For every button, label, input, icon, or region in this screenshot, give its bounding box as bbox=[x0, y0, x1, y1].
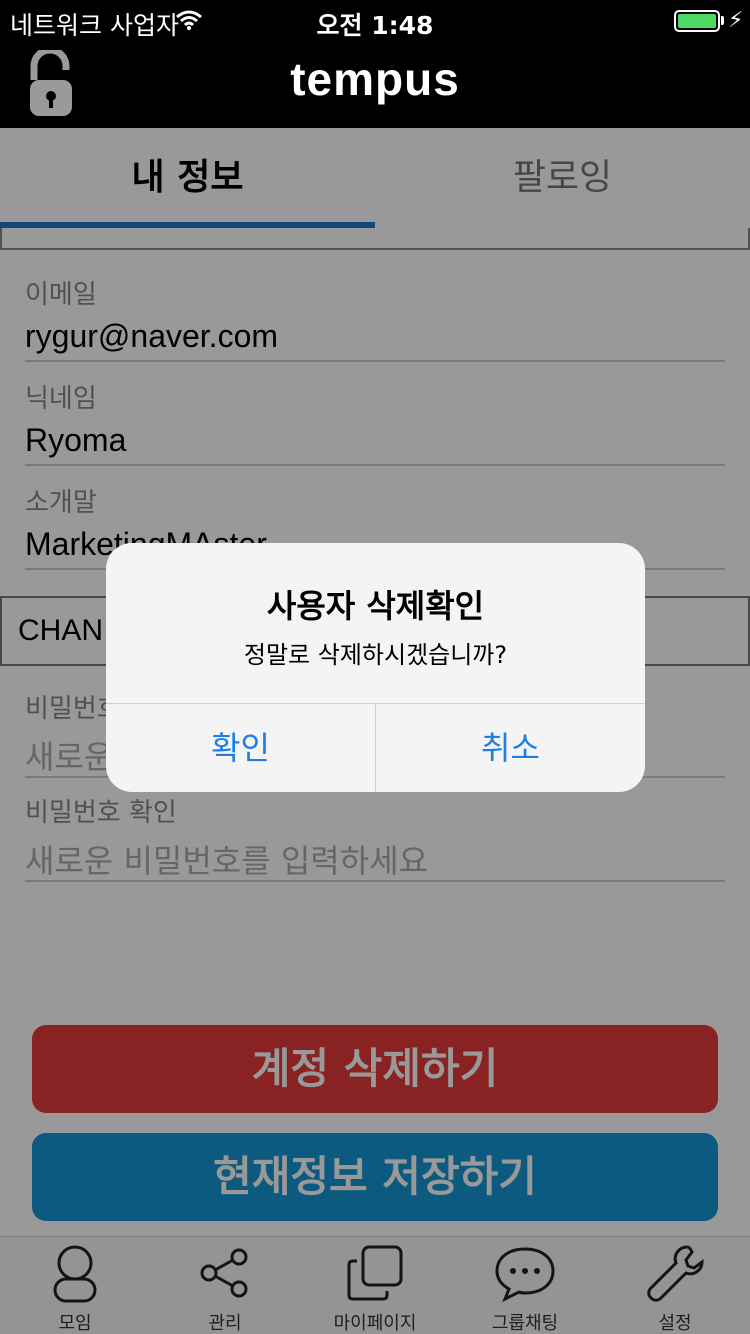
nav-bar: tempus bbox=[0, 40, 750, 128]
battery-fill bbox=[678, 14, 716, 28]
app-title: tempus bbox=[290, 53, 460, 105]
battery-icon bbox=[674, 10, 720, 32]
charging-icon: ⚡ bbox=[728, 8, 744, 33]
alert-title: 사용자 삭제확인 bbox=[266, 587, 485, 625]
alert-message: 정말로 삭제하시겠습니까? bbox=[243, 641, 508, 669]
battery-tip bbox=[721, 16, 724, 25]
status-time: 오전 1:48 bbox=[316, 11, 434, 40]
status-bar: 네트워크 사업자 오전 1:48 ⚡ bbox=[0, 0, 750, 40]
delete-confirm-alert: 사용자 삭제확인 정말로 삭제하시겠습니까? 확인 취소 bbox=[106, 543, 645, 792]
alert-confirm-button[interactable]: 확인 bbox=[106, 704, 375, 792]
alert-cancel-button[interactable]: 취소 bbox=[376, 704, 645, 792]
